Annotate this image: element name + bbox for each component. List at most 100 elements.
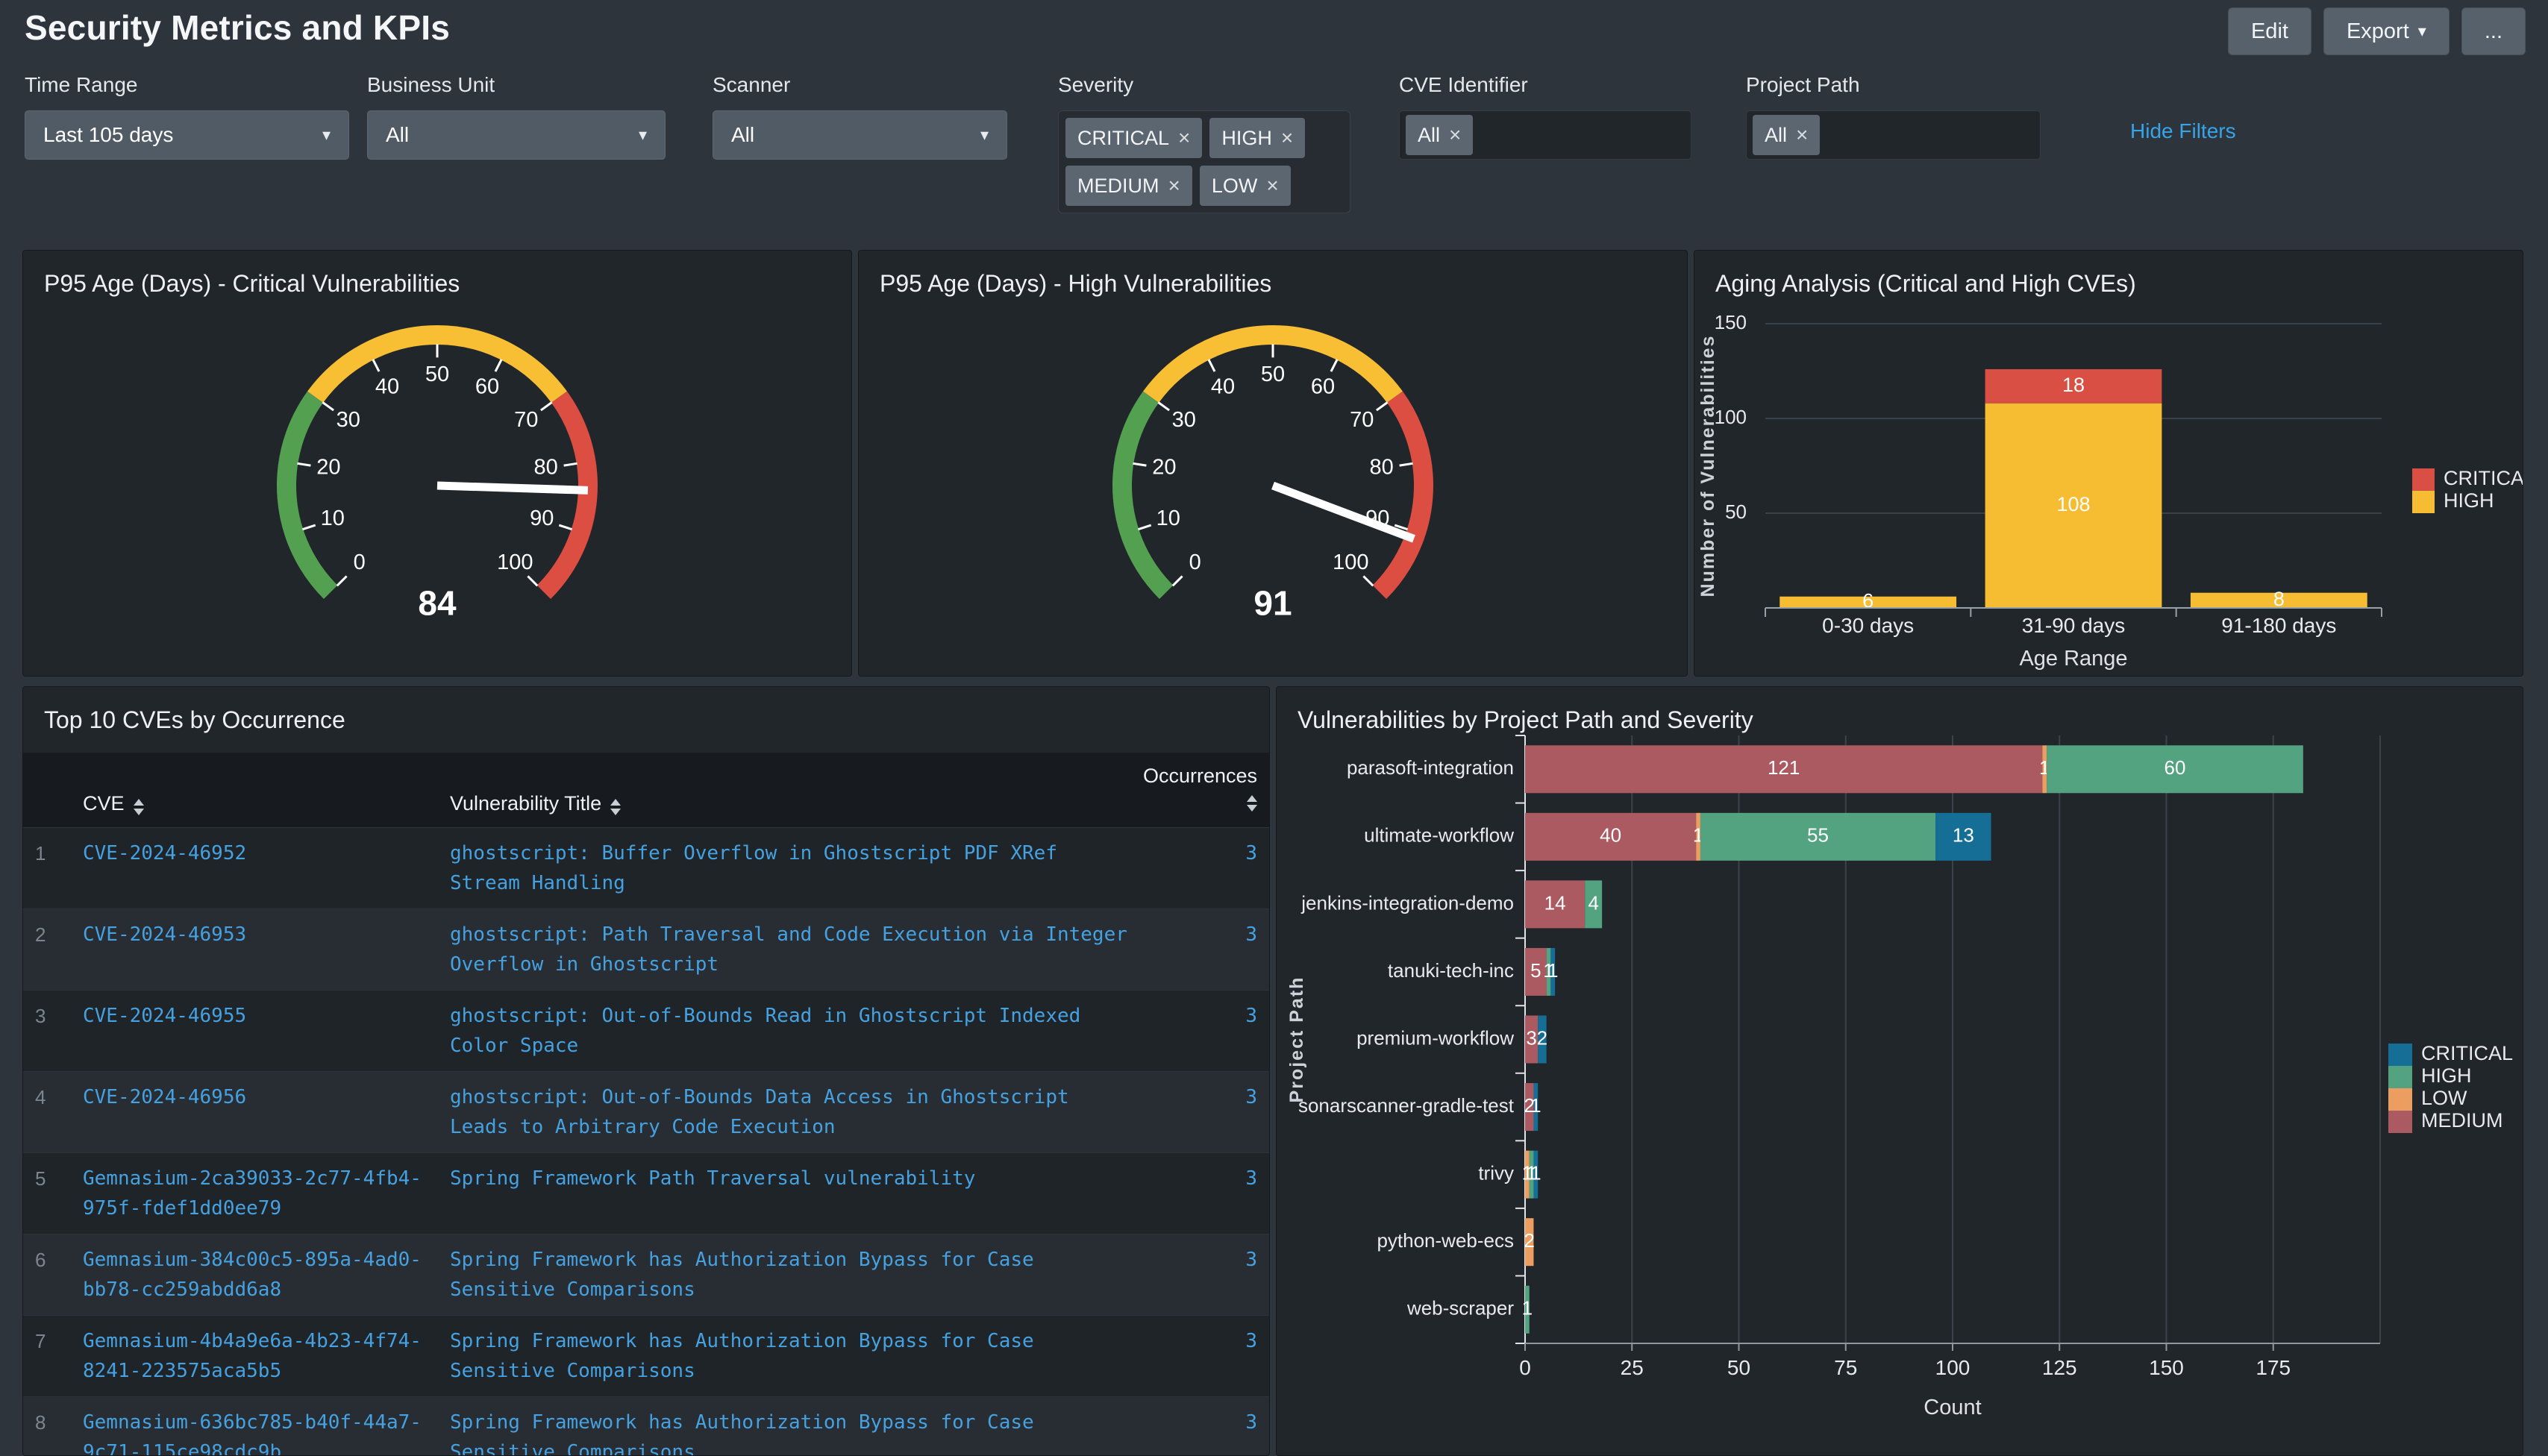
cve-column-header[interactable]: CVE xyxy=(71,753,438,827)
gauge-tick-label: 10 xyxy=(321,506,345,530)
top-cves-table: CVE Vulnerability Title Occurrences 1CVE… xyxy=(23,753,1269,1456)
x-tick-label: 0 xyxy=(1519,1356,1531,1379)
business-unit-select[interactable]: All ▾ xyxy=(367,110,666,160)
gauge-tick xyxy=(1138,525,1151,530)
gauge-tick xyxy=(1173,576,1183,586)
legend-swatch xyxy=(2388,1111,2412,1133)
business-unit-label: Business Unit xyxy=(367,73,666,97)
gauge-tick xyxy=(564,463,577,465)
edit-button[interactable]: Edit xyxy=(2228,7,2311,55)
gauge-tick-label: 0 xyxy=(1189,550,1201,574)
export-button[interactable]: Export▾ xyxy=(2323,7,2450,55)
remove-chip-icon[interactable]: × xyxy=(1281,126,1293,150)
vulnerability-title-link[interactable]: Spring Framework Path Traversal vulnerab… xyxy=(450,1167,975,1190)
bar-value-label: 18 xyxy=(2062,374,2085,396)
occurrences-value[interactable]: 3 xyxy=(1245,1330,1257,1352)
bar-value-label: 55 xyxy=(1807,824,1829,847)
chip-low[interactable]: LOW× xyxy=(1200,166,1291,206)
bar-value-label: 121 xyxy=(1768,756,1800,779)
legend-swatch xyxy=(2388,1044,2412,1066)
sort-icon[interactable] xyxy=(134,799,144,815)
remove-chip-icon[interactable]: × xyxy=(1178,126,1190,150)
gauge-tick xyxy=(322,402,334,410)
scanner-select[interactable]: All ▾ xyxy=(713,110,1007,160)
vulnerability-title-link[interactable]: ghostscript: Buffer Overflow in Ghostscr… xyxy=(450,842,1057,894)
bar-value-label: 2 xyxy=(1537,1026,1547,1049)
more-button[interactable]: ... xyxy=(2461,7,2526,55)
y-tick-label: 150 xyxy=(1715,311,1747,333)
occurrences-value[interactable]: 3 xyxy=(1245,842,1257,865)
cve-link[interactable]: Gemnasium-384c00c5-895a-4ad0-bb78-cc259a… xyxy=(83,1249,422,1301)
y-category-label: premium-workflow xyxy=(1356,1026,1514,1049)
cve-link[interactable]: CVE-2024-46956 xyxy=(83,1086,246,1108)
gauge-tick xyxy=(1209,360,1215,371)
project-path-input[interactable]: All× xyxy=(1746,110,2041,160)
vulnerability-title-link[interactable]: Spring Framework has Authorization Bypas… xyxy=(450,1330,1034,1382)
cve-link[interactable]: Gemnasium-2ca39033-2c77-4fb4-975f-fdef1d… xyxy=(83,1167,422,1220)
gauge-tick xyxy=(373,360,379,371)
bar-value-label: 1 xyxy=(1530,1161,1541,1184)
bar-value-label: 1 xyxy=(1530,1094,1541,1117)
gauge-tick-label: 80 xyxy=(1370,456,1394,480)
vulnerability-title-link[interactable]: ghostscript: Out-of-Bounds Read in Ghost… xyxy=(450,1005,1080,1057)
panel-title: Vulnerabilities by Project Path and Seve… xyxy=(1277,687,2523,734)
chip-all[interactable]: All× xyxy=(1753,115,1820,155)
vulnerability-title-link[interactable]: ghostscript: Out-of-Bounds Data Access i… xyxy=(450,1086,1069,1138)
vulnerability-title-link[interactable]: Spring Framework has Authorization Bypas… xyxy=(450,1411,1034,1456)
chevron-down-icon: ▾ xyxy=(980,125,989,145)
occurrences-value[interactable]: 3 xyxy=(1245,1005,1257,1027)
y-category-label: python-web-ecs xyxy=(1377,1229,1514,1252)
cve-link[interactable]: CVE-2024-46953 xyxy=(83,923,246,946)
remove-chip-icon[interactable]: × xyxy=(1168,174,1180,198)
chip-all[interactable]: All× xyxy=(1406,115,1473,155)
legend-swatch xyxy=(2412,468,2435,491)
time-range-select[interactable]: Last 105 days ▾ xyxy=(25,110,349,160)
table-row: 3 CVE-2024-46955 ghostscript: Out-of-Bound… xyxy=(23,990,1269,1071)
cve-identifier-input[interactable]: All× xyxy=(1399,110,1691,160)
remove-chip-icon[interactable]: × xyxy=(1449,123,1461,147)
bar-value-label: 108 xyxy=(2056,493,2090,515)
cve-link[interactable]: CVE-2024-46952 xyxy=(83,842,246,865)
cve-link[interactable]: Gemnasium-4b4a9e6a-4b23-4f74-8241-223575… xyxy=(83,1330,422,1382)
gauge-tick xyxy=(302,525,315,530)
chip-high[interactable]: HIGH× xyxy=(1209,118,1305,158)
y-tick-label: 50 xyxy=(1725,501,1747,523)
gauge-tick-label: 80 xyxy=(534,456,558,480)
remove-chip-icon[interactable]: × xyxy=(1266,174,1278,198)
cve-link[interactable]: Gemnasium-636bc785-b40f-44a7-9c71-115ce9… xyxy=(83,1411,422,1456)
project-path-severity-chart: 121160parasoft-integration4015513ultimat… xyxy=(1277,732,2523,1448)
sort-icon[interactable] xyxy=(1247,795,1257,812)
cve-link[interactable]: CVE-2024-46955 xyxy=(83,1005,246,1027)
x-category-label: 91-180 days xyxy=(2221,614,2336,637)
bar-value-label: 40 xyxy=(1600,824,1621,847)
vulnerability-title-column-header[interactable]: Vulnerability Title xyxy=(438,753,1141,827)
occurrences-value[interactable]: 3 xyxy=(1245,1411,1257,1434)
occurrences-value[interactable]: 3 xyxy=(1245,1167,1257,1190)
occurrences-value[interactable]: 3 xyxy=(1245,1086,1257,1108)
chip-medium[interactable]: MEDIUM× xyxy=(1065,166,1192,206)
severity-multiselect[interactable]: CRITICAL× HIGH× MEDIUM× LOW× xyxy=(1058,110,1350,213)
x-axis-title: Count xyxy=(1923,1396,1981,1419)
vulnerability-title-link[interactable]: ghostscript: Path Traversal and Code Exe… xyxy=(450,923,1127,976)
legend-swatch xyxy=(2388,1088,2412,1111)
y-category-label: sonarscanner-gradle-test xyxy=(1298,1094,1515,1117)
x-tick-label: 150 xyxy=(2149,1356,2184,1379)
occurrences-value[interactable]: 3 xyxy=(1245,923,1257,946)
hide-filters-link[interactable]: Hide Filters xyxy=(2130,119,2236,142)
row-number: 2 xyxy=(23,909,71,990)
gauge-tick xyxy=(495,360,501,371)
row-number: 3 xyxy=(23,991,71,1071)
sort-icon[interactable] xyxy=(610,799,621,815)
y-category-label: ultimate-workflow xyxy=(1364,824,1514,847)
gauge-tick xyxy=(337,576,347,586)
occurrences-column-header[interactable]: Occurrences xyxy=(1141,753,1269,827)
occurrences-value[interactable]: 3 xyxy=(1245,1249,1257,1271)
chip-critical[interactable]: CRITICAL× xyxy=(1065,118,1202,158)
table-row: 5Gemnasium-2ca39033-2c77-4fb4-975f-fdef1… xyxy=(23,1152,1269,1234)
table-row: 8Gemnasium-636bc785-b40f-44a7-9c71-115ce… xyxy=(23,1396,1269,1456)
vulnerability-title-link[interactable]: Spring Framework has Authorization Bypas… xyxy=(450,1249,1034,1301)
gauge-tick xyxy=(1133,463,1146,465)
table-row: 1CVE-2024-46952ghostscript: Buffer Overf… xyxy=(23,827,1269,909)
y-axis-title: Project Path xyxy=(1286,976,1307,1103)
remove-chip-icon[interactable]: × xyxy=(1796,123,1808,147)
